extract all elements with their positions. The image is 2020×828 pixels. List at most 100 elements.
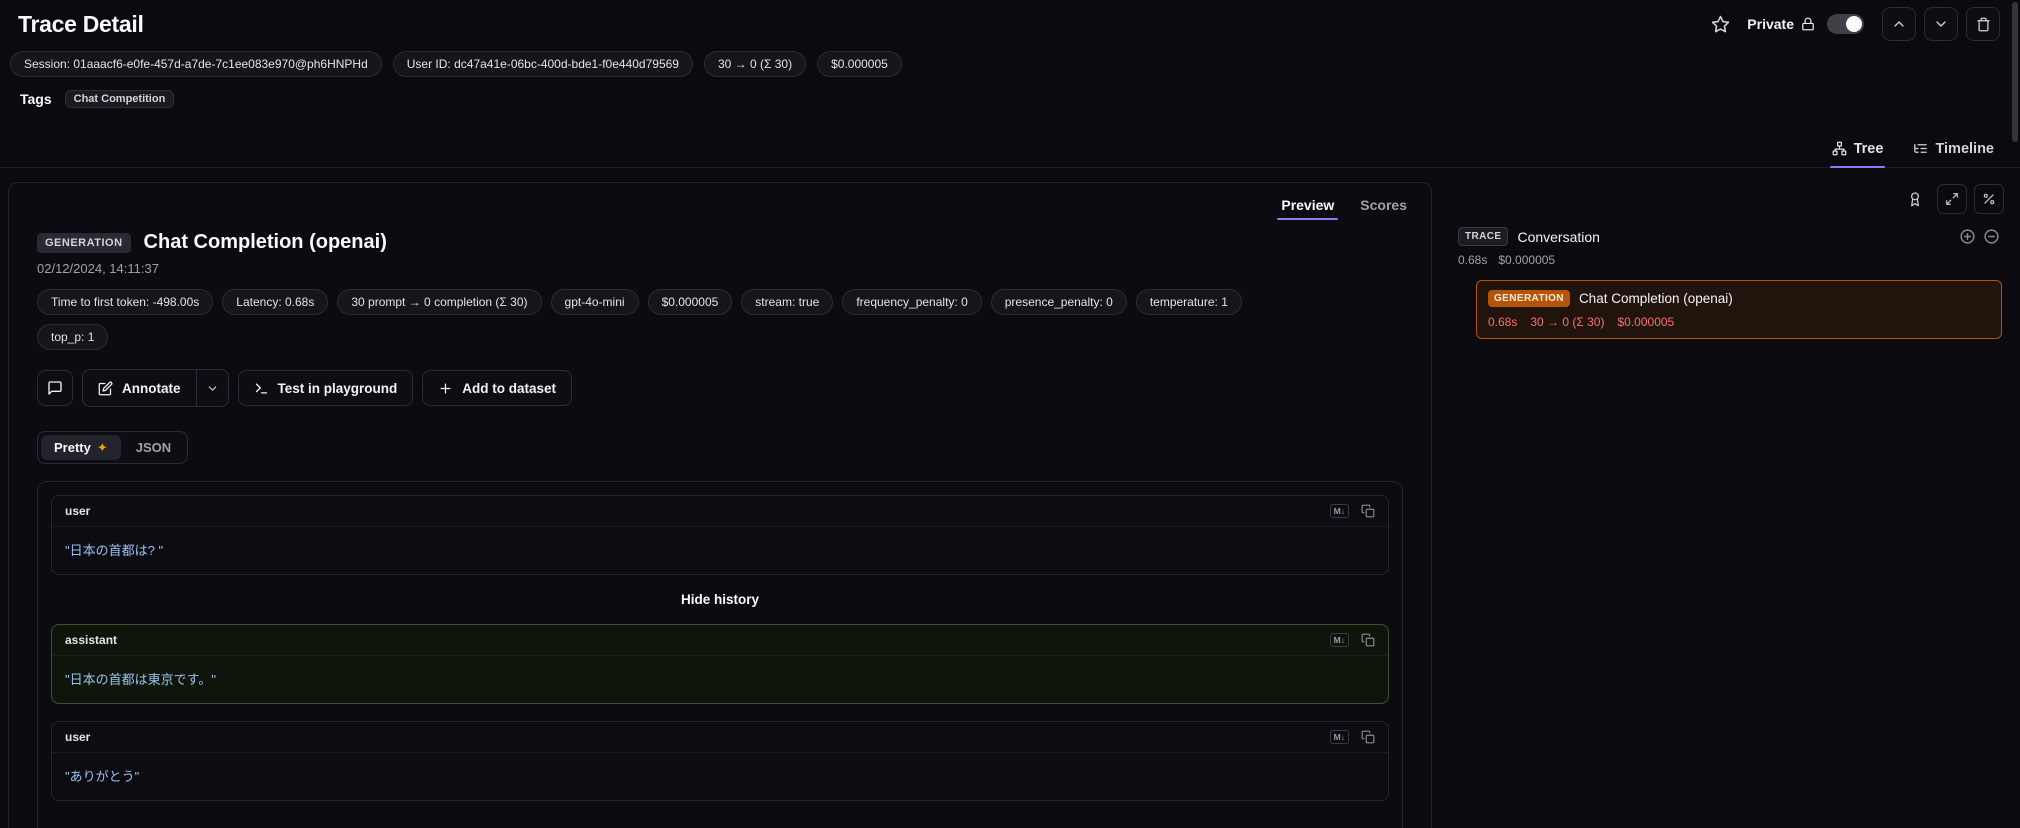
next-trace-button[interactable]: [1924, 7, 1958, 41]
comments-button[interactable]: [37, 370, 73, 406]
pretty-toggle[interactable]: Pretty ✦: [41, 435, 121, 460]
param-badge: presence_penalty: 0: [990, 289, 1127, 315]
trace-node-actions: [1959, 228, 2000, 245]
add-to-dataset-label: Add to dataset: [462, 380, 557, 396]
message-assistant: assistant M↓ "日本の首都は東京です。": [51, 624, 1389, 704]
observation-type-badge: GENERATION: [37, 232, 131, 253]
hide-history-button[interactable]: Hide history: [51, 592, 1389, 607]
circle-minus-icon: [1984, 229, 1999, 244]
privacy-label: Private: [1747, 16, 1794, 32]
scrollbar[interactable]: [2012, 2, 2018, 142]
markdown-toggle-icon[interactable]: M↓: [1329, 504, 1349, 518]
param-badge: top_p: 1: [37, 324, 109, 350]
tab-preview[interactable]: Preview: [1269, 191, 1346, 223]
expand-all-button[interactable]: [1937, 184, 1967, 214]
expand-icon: [1946, 193, 1958, 205]
trace-cost: $0.000005: [1498, 253, 1556, 267]
message-icons: M↓: [1329, 504, 1375, 518]
trash-icon: [1976, 17, 1990, 31]
trace-tree-panel: TRACE Conversation 0.68s $0.000005 GENER…: [1448, 182, 2006, 339]
delete-trace-button[interactable]: [1966, 7, 2000, 41]
copy-button[interactable]: [1361, 730, 1375, 744]
message-content: "ありがとう": [65, 769, 140, 784]
annotate-label: Annotate: [122, 380, 181, 396]
message-role: user: [65, 730, 91, 744]
sparkle-icon: ✦: [96, 440, 108, 455]
message-header: assistant M↓: [52, 625, 1388, 656]
message-user-1: user M↓ "日本の首都は? ": [51, 495, 1389, 575]
zoom-in-button[interactable]: [1959, 228, 1976, 245]
annotate-split-button: Annotate: [82, 369, 229, 407]
generation-node-title: Chat Completion (openai): [1578, 291, 1733, 306]
message-user-2: user M↓ "ありがとう": [51, 721, 1389, 801]
message-content: "日本の首都は? ": [65, 543, 164, 558]
generation-latency: 0.68s: [1488, 315, 1518, 329]
tree-controls: [1456, 184, 2004, 214]
show-scores-button[interactable]: [1900, 184, 1930, 214]
chevron-down-icon: [1936, 21, 1946, 27]
toggle-knob: [1846, 16, 1862, 32]
markdown-toggle-icon[interactable]: M↓: [1329, 633, 1349, 647]
trace-title: Conversation: [1517, 228, 1600, 245]
metric-badge: Time to first token: -498.00s: [37, 289, 214, 315]
observation-tabs: Preview Scores: [9, 183, 1431, 223]
annotate-dropdown-button[interactable]: [195, 370, 228, 406]
pen-square-icon: [98, 381, 113, 395]
pretty-label: Pretty: [54, 440, 91, 455]
test-in-playground-button[interactable]: Test in playground: [237, 370, 414, 406]
format-toggle: Pretty ✦ JSON: [37, 431, 189, 464]
plus-icon: [440, 383, 451, 393]
tab-scores[interactable]: Scores: [1348, 191, 1419, 223]
io-container: user M↓ "日本の首都は? " Hide history assistan…: [37, 481, 1403, 828]
message-role: user: [65, 504, 91, 518]
trace-root-node[interactable]: TRACE Conversation: [1458, 227, 2000, 246]
copy-button[interactable]: [1361, 633, 1375, 647]
public-private-toggle[interactable]: [1827, 14, 1864, 34]
header: Trace Detail Private: [0, 0, 2020, 46]
circle-plus-icon: [1960, 229, 1975, 244]
session-badge[interactable]: Session: 01aaacf6-e0fe-457d-a7de-7c1ee08…: [10, 51, 382, 77]
user-id-badge[interactable]: User ID: dc47a41e-06bc-400d-bde1-f0e440d…: [392, 51, 693, 77]
previous-trace-button[interactable]: [1882, 7, 1916, 41]
observation-badges-row2: top_p: 1: [37, 324, 1403, 350]
header-actions: Private: [1705, 7, 2000, 41]
comment-icon: [48, 381, 62, 395]
award-icon: [1911, 192, 1919, 207]
tab-timeline-label: Timeline: [1935, 140, 1994, 157]
show-metrics-button[interactable]: [1974, 184, 2004, 214]
cost-badge: $0.000005: [817, 51, 902, 77]
message-role: assistant: [65, 633, 118, 647]
view-tabs: Tree Timeline: [0, 130, 2020, 168]
generation-type-badge: GENERATION: [1488, 290, 1570, 307]
add-to-dataset-button[interactable]: Add to dataset: [422, 370, 573, 406]
tab-timeline[interactable]: Timeline: [1911, 130, 1996, 167]
observation-card: Preview Scores GENERATION Chat Completio…: [8, 182, 1432, 828]
message-icons: M↓: [1329, 730, 1375, 744]
model-badge[interactable]: gpt-4o-mini: [550, 289, 639, 315]
copy-button[interactable]: [1361, 504, 1375, 518]
tab-tree[interactable]: Tree: [1829, 130, 1886, 168]
trace-nav-group: [1882, 7, 2000, 41]
message-header: user M↓: [52, 496, 1388, 527]
lock-icon: [1802, 17, 1814, 31]
test-in-playground-label: Test in playground: [277, 380, 398, 396]
markdown-toggle-icon[interactable]: M↓: [1329, 730, 1349, 744]
generation-cost: $0.000005: [1617, 315, 1675, 329]
timeline-icon: [1914, 144, 1928, 153]
observation-timestamp: 02/12/2024, 14:11:37: [37, 261, 159, 276]
json-toggle[interactable]: JSON: [123, 435, 184, 460]
trace-latency: 0.68s: [1458, 253, 1488, 267]
observation-header: GENERATION Chat Completion (openai): [37, 231, 1403, 254]
tree-node-generation-selected[interactable]: GENERATION Chat Completion (openai) 0.68…: [1476, 280, 2002, 339]
trace-type-badge: TRACE: [1458, 227, 1509, 246]
message-icons: M↓: [1329, 633, 1375, 647]
zoom-out-button[interactable]: [1983, 228, 2000, 245]
privacy-control: Private: [1747, 16, 1815, 32]
tag-chip[interactable]: Chat Competition: [64, 90, 175, 108]
annotate-button[interactable]: Annotate: [83, 370, 196, 406]
main-content: Preview Scores GENERATION Chat Completio…: [0, 168, 2020, 828]
generation-node-metrics: 0.68s 30 → 0 (Σ 30) $0.000005: [1488, 315, 1990, 329]
bookmark-star-button[interactable]: [1705, 9, 1735, 39]
generation-tokens: 30 → 0 (Σ 30): [1530, 315, 1605, 329]
observation-title: Chat Completion (openai): [143, 231, 387, 253]
